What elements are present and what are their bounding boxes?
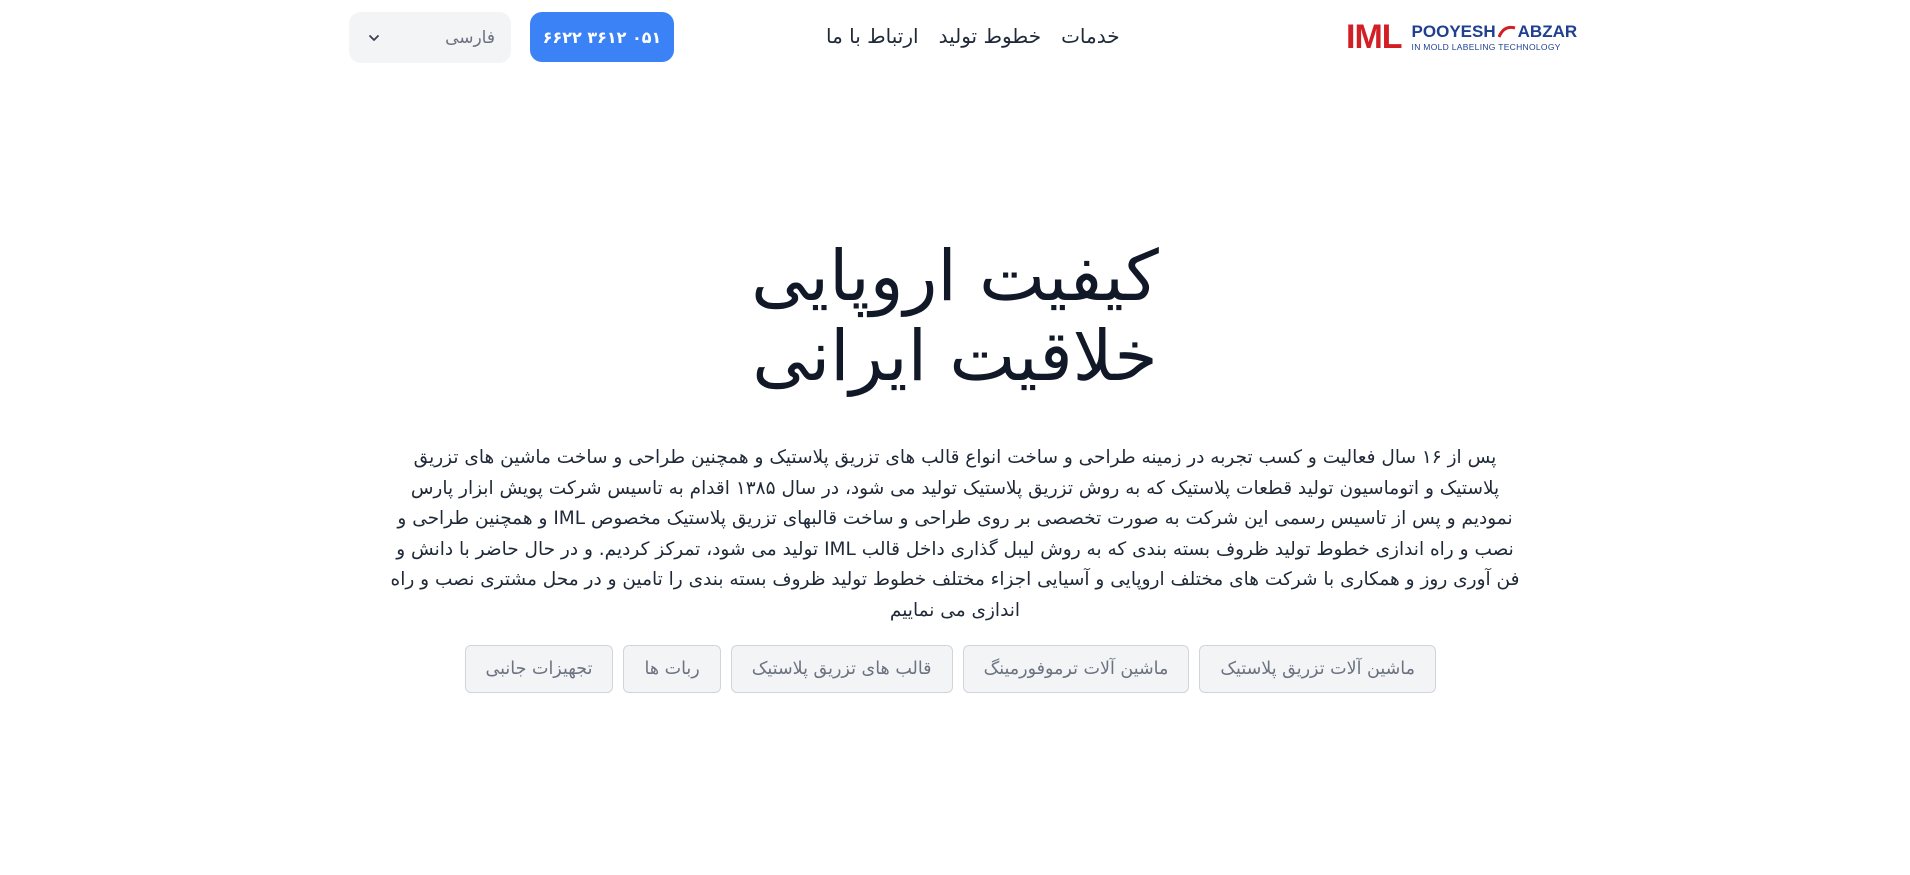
hero-title-line-2: خلاقیت ایرانی: [752, 315, 1158, 397]
logo-tagline: IN MOLD LABELING TECHNOLOGY: [1411, 41, 1561, 52]
page: IML POOYESH ABZAR IN MOLD LABELING TECHN…: [0, 0, 1910, 875]
chevron-down-icon: [369, 34, 379, 41]
category-chip-injection-machines[interactable]: ماشین آلات تزریق پلاستیک: [1199, 645, 1436, 693]
logo-swoosh-icon: [1497, 26, 1516, 38]
logo-wordmark: POOYESH ABZAR IN MOLD LABELING TECHNOLOG…: [1412, 23, 1578, 52]
language-select-value: فارسی: [445, 27, 495, 48]
language-select[interactable]: فارسی: [349, 12, 511, 63]
category-chip-auxiliary-equipment[interactable]: تجهیزات جانبی: [464, 645, 614, 693]
logo-brand-left: POOYESH: [1411, 21, 1496, 41]
nav-item-services[interactable]: خدمات: [1061, 24, 1120, 48]
category-chip-robots[interactable]: ربات ها: [623, 645, 721, 693]
hero-title: کیفیت اروپایی خلاقیت ایرانی: [555, 236, 1355, 396]
category-chip-injection-molds[interactable]: قالب های تزریق پلاستیک: [730, 645, 953, 693]
logo-brand-name: POOYESH ABZAR: [1412, 23, 1578, 40]
main-nav: خدمات خطوط تولید ارتباط با ما: [826, 20, 1120, 52]
hero-title-line-1: کیفیت اروپایی: [751, 235, 1159, 317]
nav-item-contact[interactable]: ارتباط با ما: [826, 24, 919, 48]
category-chip-thermoforming-machines[interactable]: ماشین آلات ترموفورمینگ: [962, 645, 1190, 693]
logo-iml-mark: IML: [1346, 18, 1403, 56]
phone-button[interactable]: ۰۵۱ ۳۶۱۲ ۶۶۲۲: [530, 12, 674, 62]
nav-item-production-lines[interactable]: خطوط تولید: [939, 24, 1041, 48]
site-header: IML POOYESH ABZAR IN MOLD LABELING TECHN…: [0, 0, 1910, 72]
logo-brand-right: ABZAR: [1517, 21, 1578, 41]
hero-description: پس از ۱۶ سال فعالیت و کسب تجربه در زمینه…: [390, 447, 1520, 621]
category-chips: ماشین آلات تزریق پلاستیک ماشین آلات ترمو…: [464, 645, 1436, 693]
site-logo[interactable]: IML POOYESH ABZAR IN MOLD LABELING TECHN…: [1346, 18, 1578, 56]
